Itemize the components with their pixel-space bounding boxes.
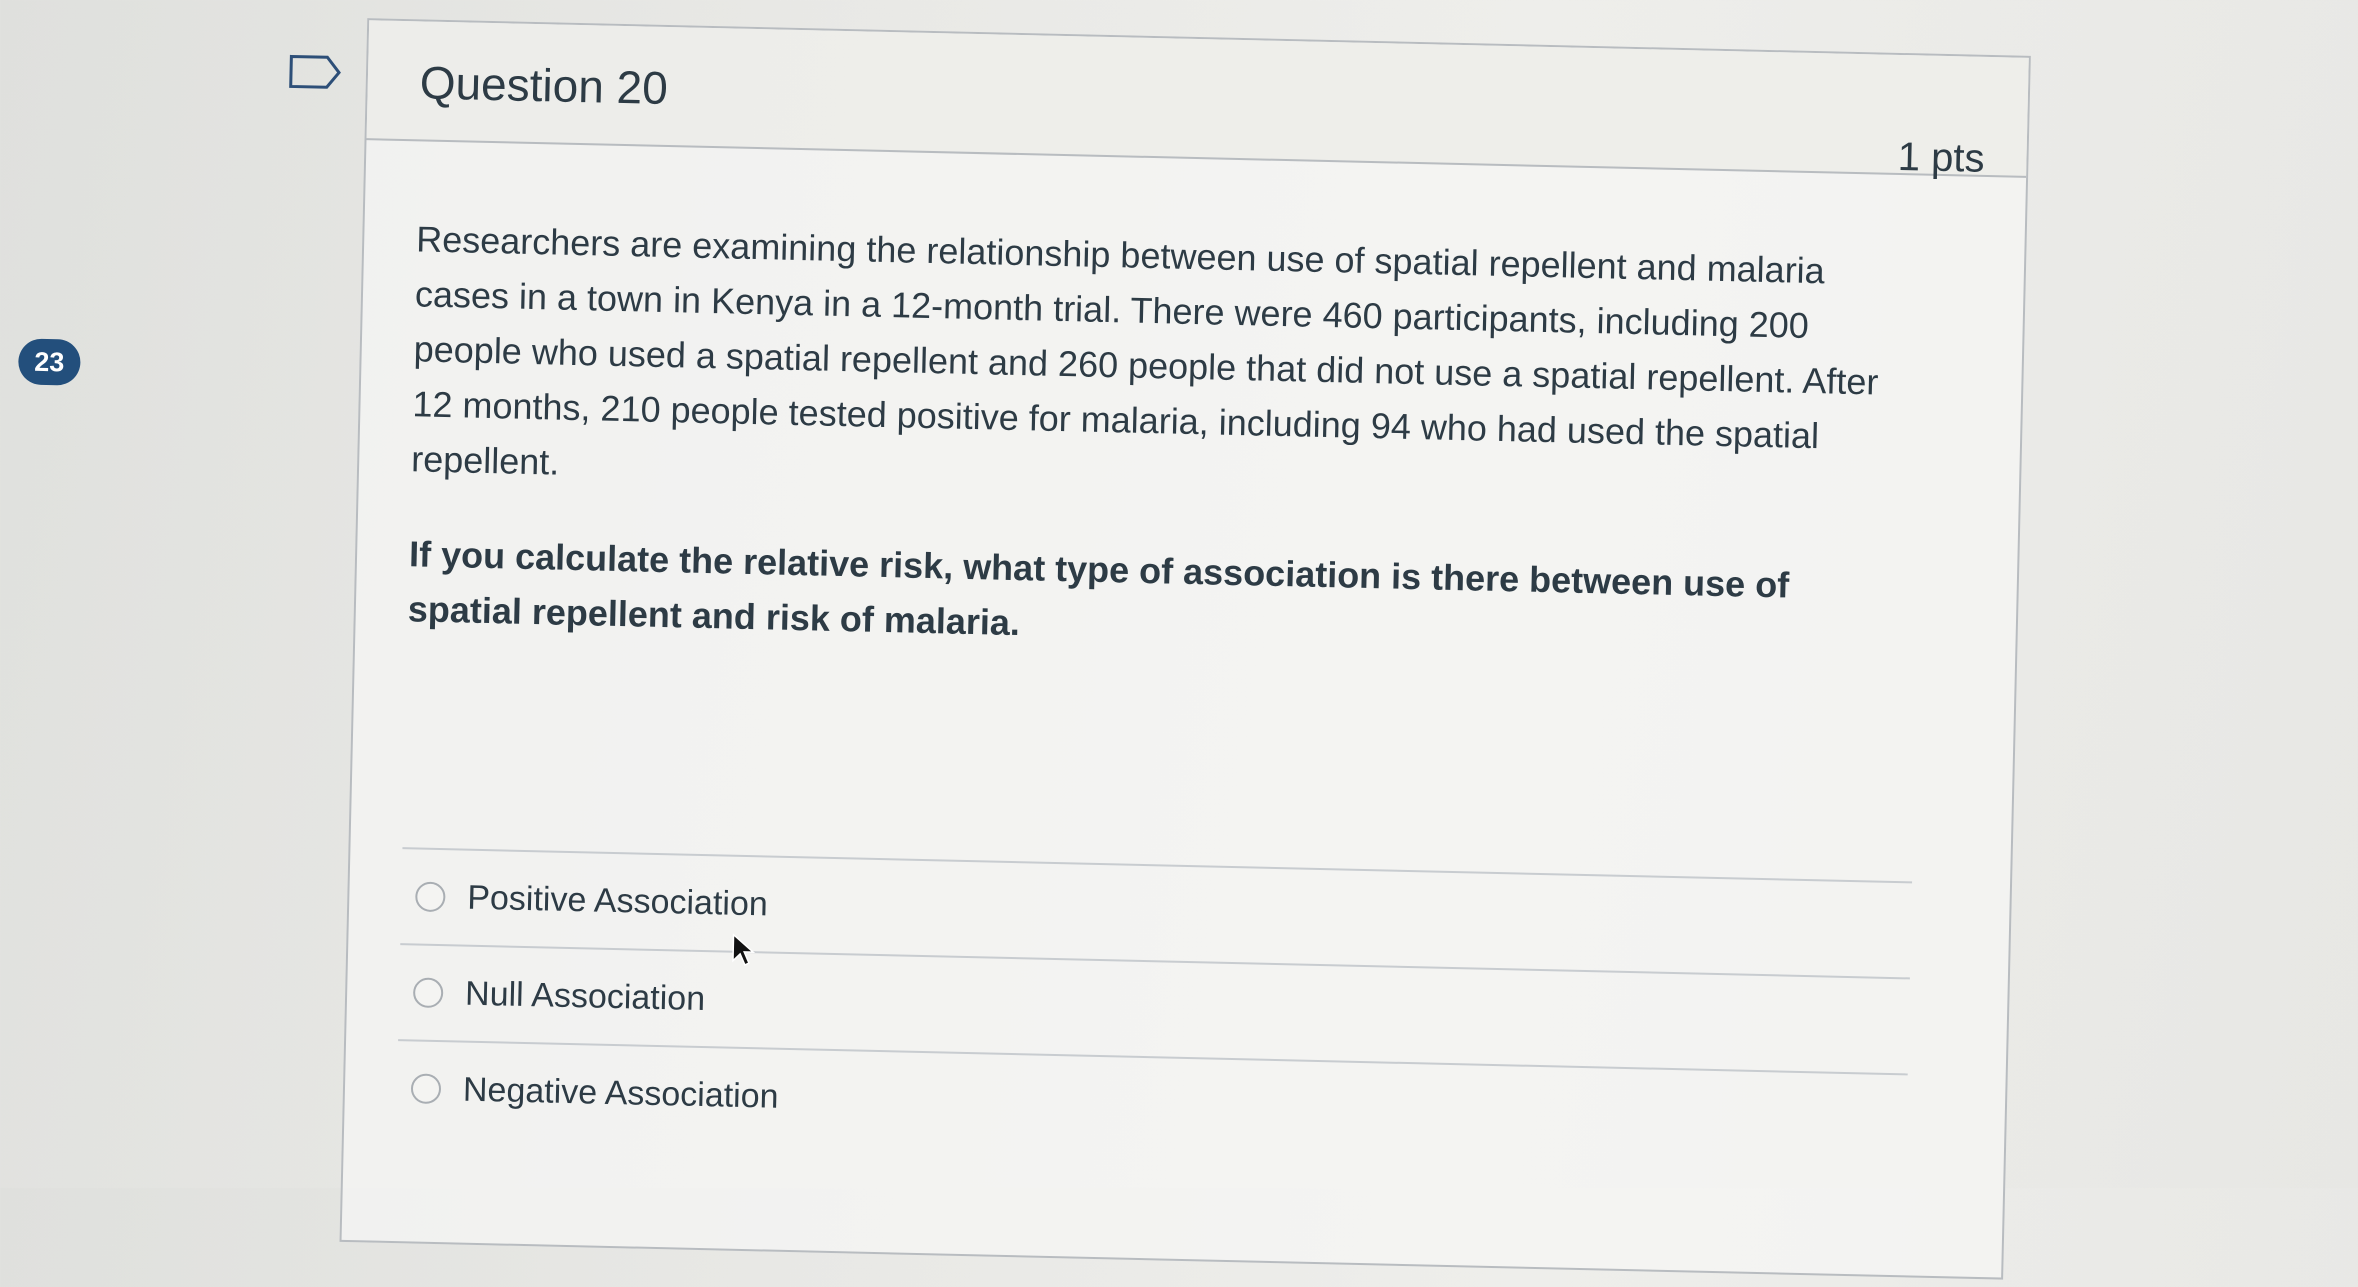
- flag-outline-icon[interactable]: [289, 54, 342, 89]
- question-prompt: If you calculate the relative risk, what…: [407, 533, 1790, 644]
- answer-label[interactable]: Negative Association: [463, 1070, 779, 1116]
- answer-label[interactable]: Null Association: [465, 974, 706, 1018]
- answer-list: Positive Association Null Association Ne…: [395, 847, 1913, 1170]
- question-text: Researchers are examining the relationsh…: [410, 218, 1879, 483]
- question-card: Question 20 1 pts Researchers are examin…: [339, 18, 2031, 1280]
- mouse-pointer-icon: [732, 933, 756, 966]
- radio-button-icon[interactable]: [415, 881, 446, 913]
- answer-label[interactable]: Positive Association: [467, 878, 768, 924]
- question-points: 1 pts: [1897, 134, 1985, 181]
- question-title: Question 20: [419, 56, 669, 114]
- radio-button-icon[interactable]: [410, 1073, 442, 1105]
- quiz-page: 23 Question 20 1 pts Researchers are exa…: [0, 0, 2358, 1280]
- question-header: Question 20 1 pts: [366, 20, 2029, 181]
- radio-button-icon[interactable]: [412, 977, 444, 1009]
- question-number-badge[interactable]: 23: [17, 338, 81, 386]
- question-body: Researchers are examining the relationsh…: [407, 211, 1916, 670]
